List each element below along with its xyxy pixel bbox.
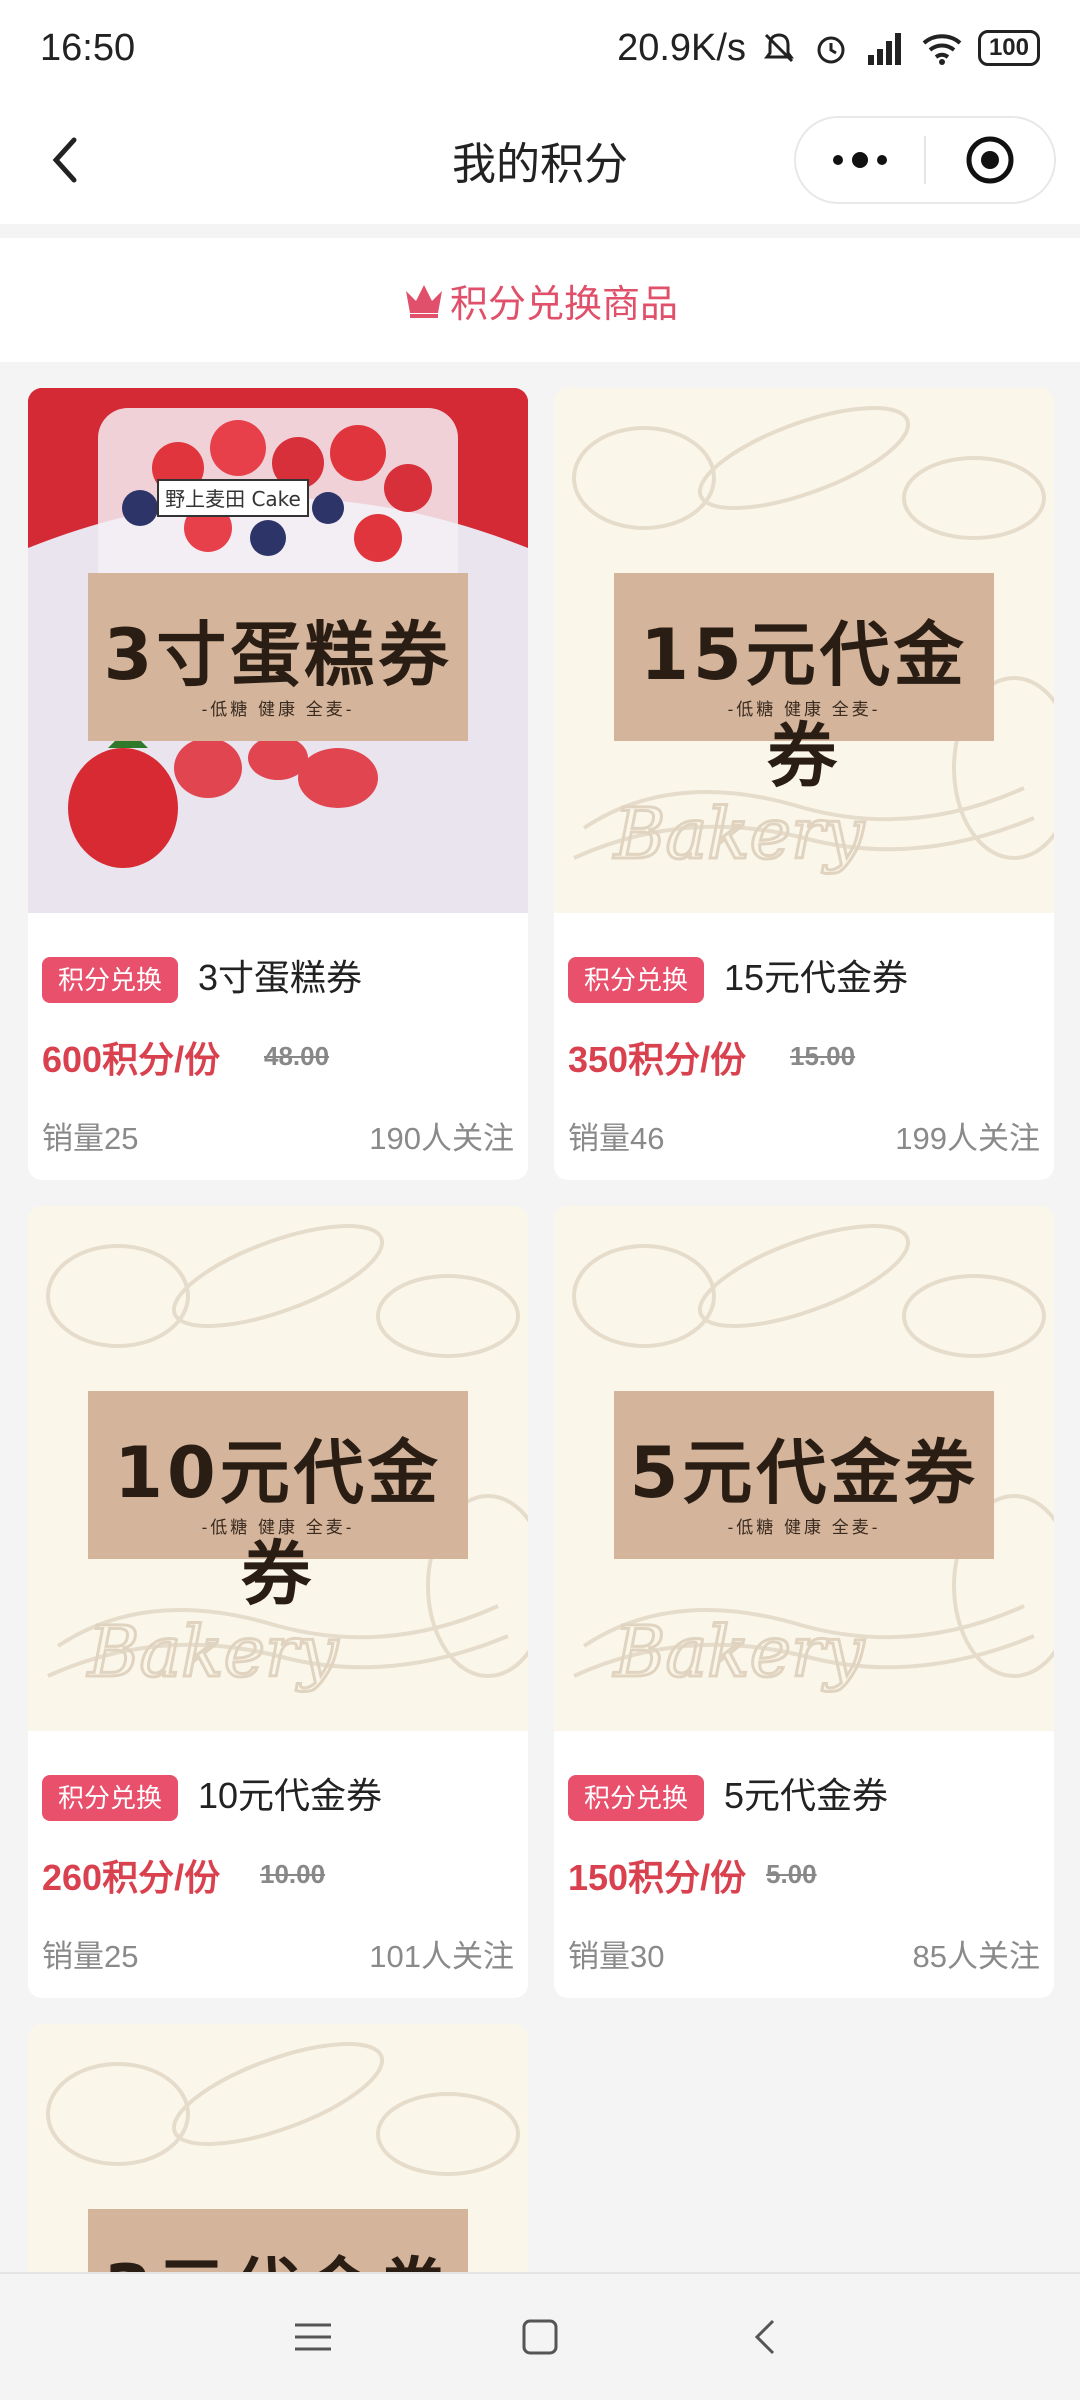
exchange-tag: 积分兑换 <box>42 957 179 1003</box>
coupon-banner: 3元代金券 <box>88 2209 468 2272</box>
network-speed: 20.9K/s <box>617 26 746 69</box>
status-bar: 16:50 20.9K/s 100 <box>0 0 1080 96</box>
product-card[interactable]: 野上麦田 Cake 3寸蛋糕券 -低糖 健康 全麦- 积分兑换 3寸蛋糕券 60… <box>28 388 528 1180</box>
original-price: 15.00 <box>790 1041 856 1071</box>
section-header: 积分兑换商品 <box>0 238 1080 362</box>
target-circle-icon <box>966 136 1014 184</box>
banner-subtitle: -低糖 健康 全麦- <box>727 1518 881 1537</box>
home-button[interactable] <box>500 2297 580 2377</box>
sales-count: 销量25 <box>42 1121 139 1156</box>
close-miniprogram-button[interactable] <box>926 118 1054 202</box>
product-name: 10元代金券 <box>198 1775 383 1816</box>
original-price: 5.00 <box>766 1859 817 1889</box>
product-name: 15元代金券 <box>724 957 909 998</box>
product-name: 3寸蛋糕券 <box>198 957 363 998</box>
coupon-banner: 5元代金券 -低糖 健康 全麦- <box>614 1391 994 1559</box>
product-meta: 积分兑换 15元代金券 350积分/份 15.00 销量46 199人关注 <box>554 913 1054 1180</box>
follower-count: 85人关注 <box>912 1939 1040 1974</box>
system-back-button[interactable] <box>727 2297 807 2377</box>
bakery-script: Bakery <box>612 1611 865 1693</box>
product-image: Bakery 10元代金券 -低糖 健康 全麦- <box>28 1206 528 1731</box>
product-card[interactable]: Bakery 5元代金券 -低糖 健康 全麦- 积分兑换 5元代金券 150积分… <box>554 1206 1054 1998</box>
product-image: Bakery 15元代金券 -低糖 健康 全麦- <box>554 388 1054 913</box>
follower-count: 101人关注 <box>369 1939 514 1974</box>
nav-bar: 我的积分 <box>0 96 1080 224</box>
product-card[interactable]: Bakery 15元代金券 -低糖 健康 全麦- 积分兑换 15元代金券 350… <box>554 388 1054 1180</box>
back-button[interactable] <box>36 130 96 190</box>
follower-count: 199人关注 <box>895 1121 1040 1156</box>
system-nav-bar <box>0 2272 1080 2400</box>
section-title: 积分兑换商品 <box>449 283 678 326</box>
cake-label: 野上麦田 Cake <box>165 487 301 511</box>
banner-title: 3元代金券 <box>88 2235 468 2272</box>
home-square-icon <box>522 2319 558 2355</box>
miniprogram-capsule <box>794 116 1056 204</box>
status-time: 16:50 <box>40 26 136 69</box>
exchange-tag: 积分兑换 <box>42 1775 179 1821</box>
product-name: 5元代金券 <box>724 1775 889 1816</box>
product-image: Bakery 5元代金券 -低糖 健康 全麦- <box>554 1206 1054 1731</box>
coupon-banner: 10元代金券 -低糖 健康 全麦- <box>88 1391 468 1615</box>
more-dots-icon <box>833 152 887 168</box>
wifi-icon <box>922 34 962 65</box>
menu-lines-icon <box>295 2323 332 2351</box>
coupon-banner: 3寸蛋糕券 -低糖 健康 全麦- <box>88 573 468 741</box>
more-button[interactable] <box>796 118 924 202</box>
points-price: 150积分/份 <box>568 1857 747 1898</box>
product-meta: 积分兑换 3寸蛋糕券 600积分/份 48.00 销量25 190人关注 <box>28 913 528 1180</box>
product-image: 3元代金券 <box>28 2024 528 2272</box>
page-title: 我的积分 <box>452 140 628 189</box>
status-icons: 20.9K/s 100 <box>617 27 1040 70</box>
points-price: 350积分/份 <box>568 1039 747 1080</box>
battery-indicator: 100 <box>977 30 1040 66</box>
product-image: 野上麦田 Cake 3寸蛋糕券 -低糖 健康 全麦- <box>28 388 528 913</box>
product-meta: 积分兑换 10元代金券 260积分/份 10.00 销量25 101人关注 <box>28 1731 528 1998</box>
exchange-tag: 积分兑换 <box>568 957 705 1003</box>
banner-subtitle: -低糖 健康 全麦- <box>201 1518 355 1537</box>
original-price: 10.00 <box>260 1859 326 1889</box>
product-meta: 积分兑换 5元代金券 150积分/份 5.00 销量30 85人关注 <box>554 1731 1054 1998</box>
back-chevron-icon <box>754 2319 774 2355</box>
banner-title: 3寸蛋糕券 <box>103 614 453 696</box>
bakery-script: Bakery <box>86 1611 339 1693</box>
sales-count: 销量30 <box>568 1939 665 1974</box>
follower-count: 190人关注 <box>369 1121 514 1156</box>
sales-count: 销量46 <box>568 1121 665 1156</box>
coupon-banner: 15元代金券 -低糖 健康 全麦- <box>614 573 994 797</box>
original-price: 48.00 <box>264 1041 330 1071</box>
banner-subtitle: -低糖 健康 全麦- <box>201 700 355 719</box>
mute-bell-icon <box>763 33 794 63</box>
crown-icon <box>405 285 442 318</box>
banner-subtitle: -低糖 健康 全麦- <box>727 700 881 719</box>
points-price: 600积分/份 <box>42 1039 221 1080</box>
alarm-icon <box>817 36 845 64</box>
chevron-left-icon <box>52 137 77 183</box>
sales-count: 销量25 <box>42 1939 139 1974</box>
product-card[interactable]: Bakery 10元代金券 -低糖 健康 全麦- 积分兑换 10元代金券 260… <box>28 1206 528 1998</box>
banner-title: 5元代金券 <box>629 1432 979 1514</box>
product-card[interactable]: 3元代金券 <box>28 2024 528 2272</box>
exchange-tag: 积分兑换 <box>568 1775 705 1821</box>
bakery-script: Bakery <box>612 793 865 875</box>
points-price: 260积分/份 <box>42 1857 221 1898</box>
signal-icon <box>867 33 901 65</box>
menu-button[interactable] <box>273 2297 353 2377</box>
